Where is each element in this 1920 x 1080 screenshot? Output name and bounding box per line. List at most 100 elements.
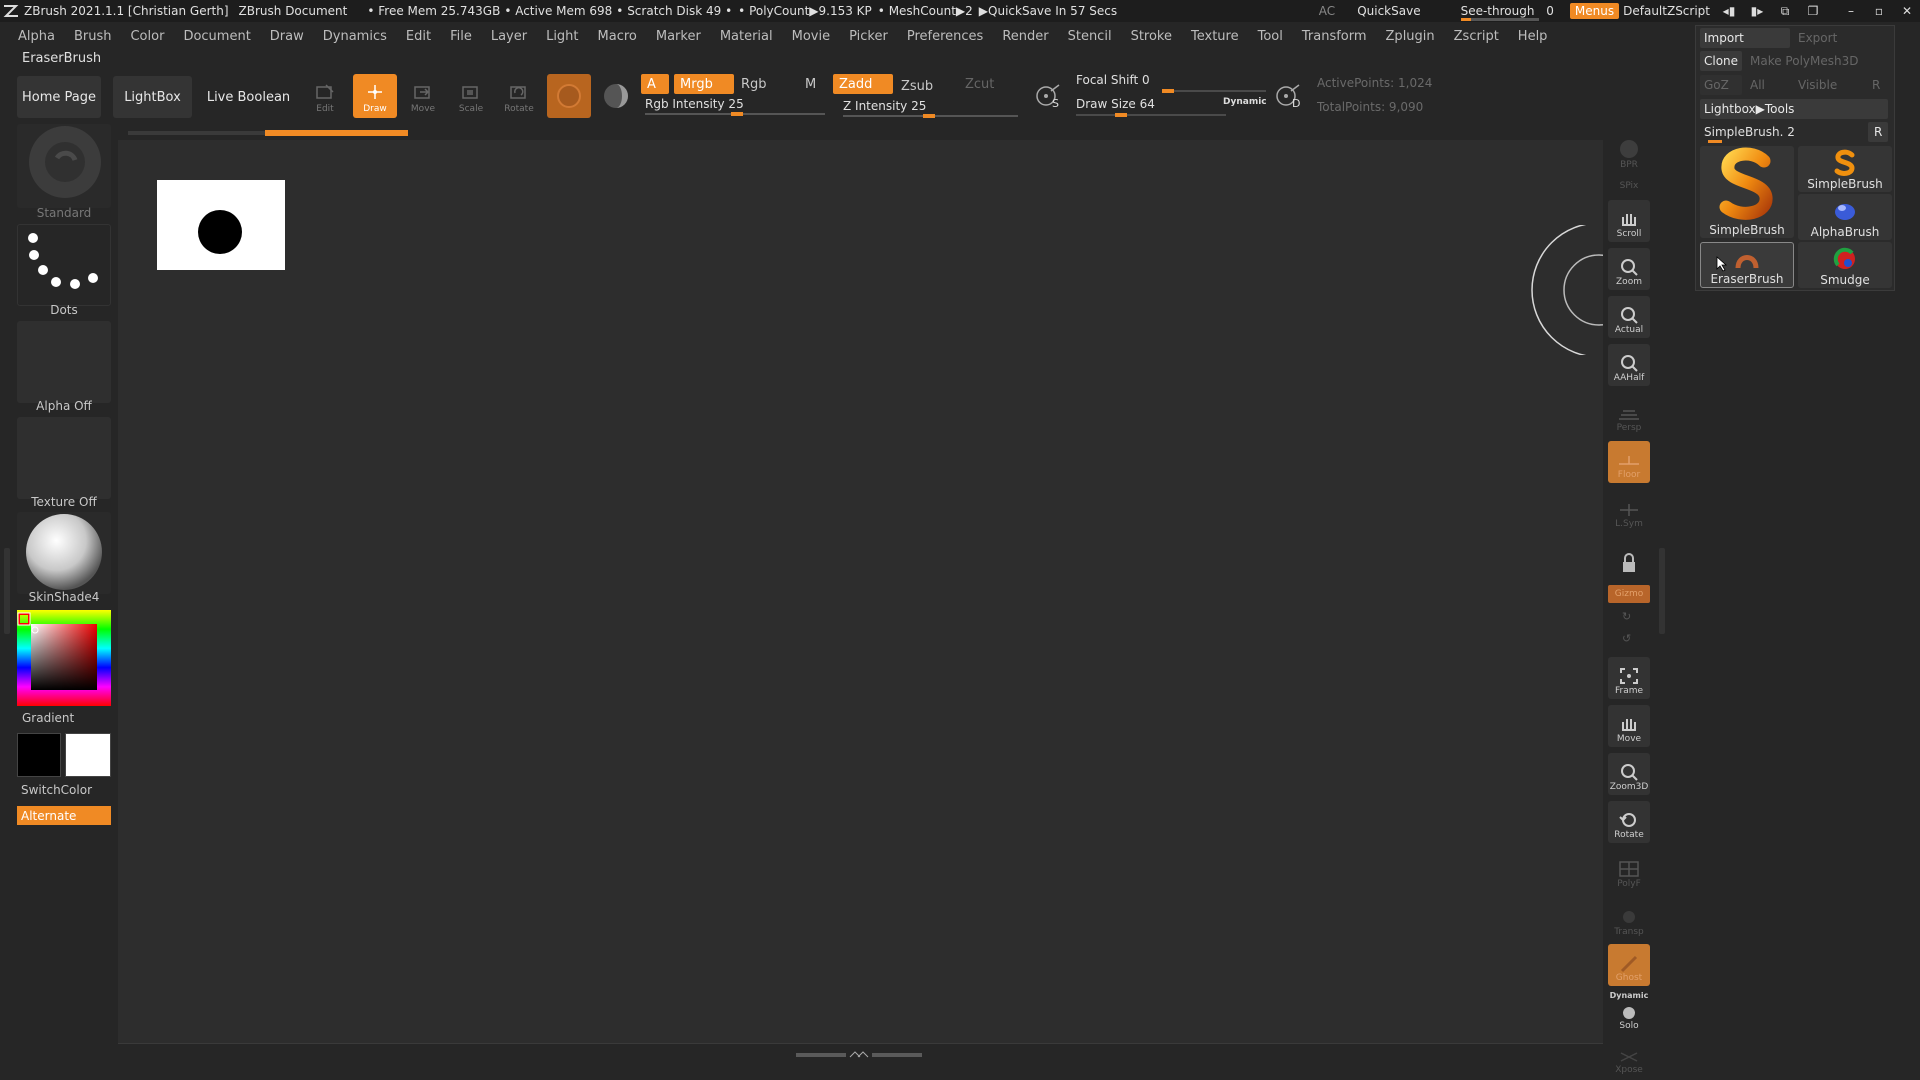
menu-layer[interactable]: Layer [491,29,527,44]
export-button[interactable]: Export [1794,28,1888,48]
brush-thumbnail-button[interactable] [17,124,111,208]
lightbox-button[interactable]: LightBox [113,76,192,118]
tool-tile-smudge[interactable]: Smudge [1798,242,1892,288]
menu-alpha[interactable]: Alpha [18,29,55,44]
menu-macro[interactable]: Macro [598,29,637,44]
right-tray-handle[interactable] [1659,548,1665,634]
menu-light[interactable]: Light [546,29,578,44]
rotate-reverse-icon[interactable]: ↺ [1622,632,1631,645]
close-icon[interactable]: ✕ [1898,4,1916,18]
home-page-button[interactable]: Home Page [17,76,101,118]
tool-tile-eraserbrush[interactable]: EraserBrush [1700,242,1794,288]
menu-movie[interactable]: Movie [792,29,830,44]
menu-material[interactable]: Material [720,29,773,44]
gizmo-button[interactable]: Gizmo [1608,585,1650,603]
menu-file[interactable]: File [450,29,472,44]
alternate-button[interactable]: Alternate [17,806,111,825]
visible-button[interactable]: Visible [1794,75,1864,95]
gradient-label[interactable]: Gradient [22,711,74,725]
rotate-view-button[interactable]: Rotate [1608,801,1650,843]
material-swatch-button[interactable] [547,74,591,118]
color-picker[interactable] [17,610,111,706]
aahalf-button[interactable]: AAHalf [1608,344,1650,386]
menus-button[interactable]: Menus [1569,3,1620,19]
collapse-left-icon[interactable]: ◂▮ [1720,4,1738,18]
zcut-toggle[interactable]: Zcut [959,74,999,94]
tool-tile-alphabrush[interactable]: AlphaBrush [1798,194,1892,240]
window-icon[interactable]: ❐ [1804,4,1822,18]
collapse-right-icon[interactable]: ▮▸ [1748,4,1766,18]
menu-transform[interactable]: Transform [1302,29,1367,44]
lightbox-tools-button[interactable]: Lightbox▶Tools [1700,99,1888,119]
scroll-button[interactable]: Scroll [1608,200,1650,242]
switch-color-button[interactable]: SwitchColor [21,783,92,797]
default-zscript-button[interactable]: DefaultZScript [1623,4,1710,18]
zsub-toggle[interactable]: Zsub [895,76,945,96]
d-symmetry-button[interactable]: D [1273,82,1305,114]
stroke-thumbnail-button[interactable] [17,224,111,306]
solo-button[interactable]: Solo [1608,1000,1650,1034]
persp-button[interactable]: Persp [1608,394,1650,436]
actual-button[interactable]: Actual [1608,296,1650,338]
menu-edit[interactable]: Edit [406,29,431,44]
make-polymesh3d-button[interactable]: Make PolyMesh3D [1746,51,1888,71]
rgb-toggle[interactable]: Rgb [735,74,785,94]
lock-button[interactable] [1608,538,1650,580]
menu-tool[interactable]: Tool [1258,29,1283,44]
layout-icon[interactable]: ⧉ [1776,4,1794,18]
current-tool-slider[interactable]: SimpleBrush. 2 [1700,122,1866,143]
menu-brush[interactable]: Brush [74,29,112,44]
move-view-button[interactable]: Move [1608,705,1650,747]
zadd-toggle[interactable]: Zadd [833,74,893,94]
menu-color[interactable]: Color [130,29,164,44]
menu-marker[interactable]: Marker [656,29,701,44]
rotate-small-icon[interactable]: ↻ [1622,610,1631,623]
tool-tile-simplebrush-large[interactable]: SimpleBrush [1700,146,1794,238]
draw-mode-button[interactable]: Draw [353,74,397,118]
dynamic-toggle[interactable]: Dynamic [1223,97,1267,107]
menu-draw[interactable]: Draw [270,29,304,44]
edit-mode-button[interactable]: Edit [303,74,347,118]
texture-thumbnail-button[interactable] [17,417,111,499]
minimize-icon[interactable]: – [1842,4,1860,18]
mrgb-toggle[interactable]: Mrgb [674,74,734,94]
clone-button[interactable]: Clone [1700,51,1742,71]
import-button[interactable]: Import [1700,28,1790,48]
menu-render[interactable]: Render [1002,29,1048,44]
xpose-button[interactable]: Xpose [1608,1040,1650,1078]
z-intensity-slider[interactable]: Z Intensity 25 [843,99,1018,119]
scale-mode-button[interactable]: Scale [449,74,493,118]
document-canvas[interactable] [118,140,1603,1043]
focal-shift-slider[interactable]: Focal Shift 0 [1076,73,1266,93]
move-mode-button[interactable]: Move [401,74,445,118]
m-toggle[interactable]: M [799,74,819,94]
alpha-thumbnail-button[interactable] [17,321,111,403]
quicksave-button[interactable]: QuickSave [1357,4,1420,18]
ac-label[interactable]: AC [1319,4,1335,18]
polyf-button[interactable]: PolyF [1608,850,1650,892]
spix-slider[interactable]: SPix [1608,172,1650,194]
menu-preferences[interactable]: Preferences [907,29,983,44]
see-through-slider[interactable]: See-through 0 [1455,4,1560,21]
lsym-button[interactable]: L.Sym [1608,490,1650,532]
frame-button[interactable]: Frame [1608,657,1650,699]
zoom3d-button[interactable]: Zoom3D [1608,753,1650,795]
menu-stroke[interactable]: Stroke [1131,29,1172,44]
goz-button[interactable]: GoZ [1700,75,1742,95]
tool-r-button[interactable]: R [1868,122,1888,142]
menu-help[interactable]: Help [1518,29,1548,44]
secondary-color-swatch[interactable] [65,733,111,777]
a-toggle[interactable]: A [641,74,669,94]
left-tray-handle[interactable] [4,548,10,634]
menu-zplugin[interactable]: Zplugin [1386,29,1435,44]
rgb-intensity-slider[interactable]: Rgb Intensity 25 [645,97,825,117]
menu-picker[interactable]: Picker [849,29,888,44]
menu-dynamics[interactable]: Dynamics [323,29,387,44]
menu-document[interactable]: Document [183,29,250,44]
all-button[interactable]: All [1746,75,1788,95]
bpr-button[interactable]: BPR [1608,133,1650,173]
restore-icon[interactable]: ▫ [1870,4,1888,18]
menu-texture[interactable]: Texture [1191,29,1239,44]
menu-zscript[interactable]: Zscript [1454,29,1499,44]
primary-color-swatch[interactable] [17,733,61,777]
